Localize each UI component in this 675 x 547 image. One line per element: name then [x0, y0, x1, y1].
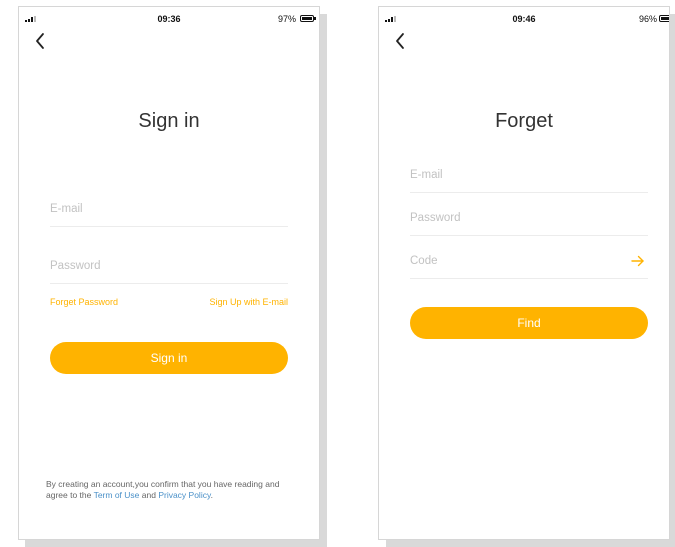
terms-prefix: agree to the [46, 490, 94, 500]
battery-percent: 96% [639, 14, 658, 24]
terms-notice: By creating an account,you confirm that … [46, 479, 296, 501]
email-field[interactable] [50, 192, 288, 227]
email-field[interactable] [410, 158, 648, 193]
password-input[interactable] [410, 201, 648, 235]
battery-fill [302, 17, 312, 20]
back-button[interactable] [393, 29, 409, 53]
page-title: Forget [495, 110, 553, 132]
chevron-left-icon [396, 33, 404, 49]
status-bar: 09:36 97% [19, 13, 319, 27]
battery-icon [659, 15, 669, 22]
email-input[interactable] [50, 192, 288, 226]
signup-email-link[interactable]: Sign Up with E-mail [209, 297, 288, 307]
forget-screen: 09:46 96% Forget Find [378, 6, 670, 540]
terms-line-2: agree to the Term of Use and Privacy Pol… [46, 490, 296, 501]
battery-fill [661, 17, 669, 20]
forget-password-link[interactable]: Forget Password [50, 297, 118, 307]
terms-of-use-link[interactable]: Term of Use [94, 490, 140, 500]
password-field[interactable] [50, 249, 288, 284]
battery-percent: 97% [278, 14, 297, 24]
terms-suffix: . [210, 490, 213, 500]
terms-and: and [139, 490, 159, 500]
password-field[interactable] [410, 201, 648, 236]
send-code-button[interactable] [631, 254, 645, 272]
battery-icon [300, 15, 316, 22]
chevron-left-icon [36, 33, 44, 49]
status-time: 09:46 [512, 14, 536, 24]
find-button[interactable]: Find [410, 307, 648, 339]
privacy-policy-link[interactable]: Privacy Policy [158, 490, 210, 500]
back-button[interactable] [33, 29, 49, 53]
terms-line-1: By creating an account,you confirm that … [46, 479, 280, 489]
status-bar: 09:46 96% [379, 13, 669, 27]
page-title: Sign in [138, 110, 200, 132]
code-field[interactable] [410, 244, 648, 279]
signin-screen: 09:36 97% Sign in Forget Password Sign U… [18, 6, 320, 540]
signin-button[interactable]: Sign in [50, 342, 288, 374]
status-time: 09:36 [157, 14, 181, 24]
email-input[interactable] [410, 158, 648, 192]
code-input[interactable] [410, 244, 620, 278]
arrow-right-icon [631, 255, 644, 267]
password-input[interactable] [50, 249, 288, 283]
